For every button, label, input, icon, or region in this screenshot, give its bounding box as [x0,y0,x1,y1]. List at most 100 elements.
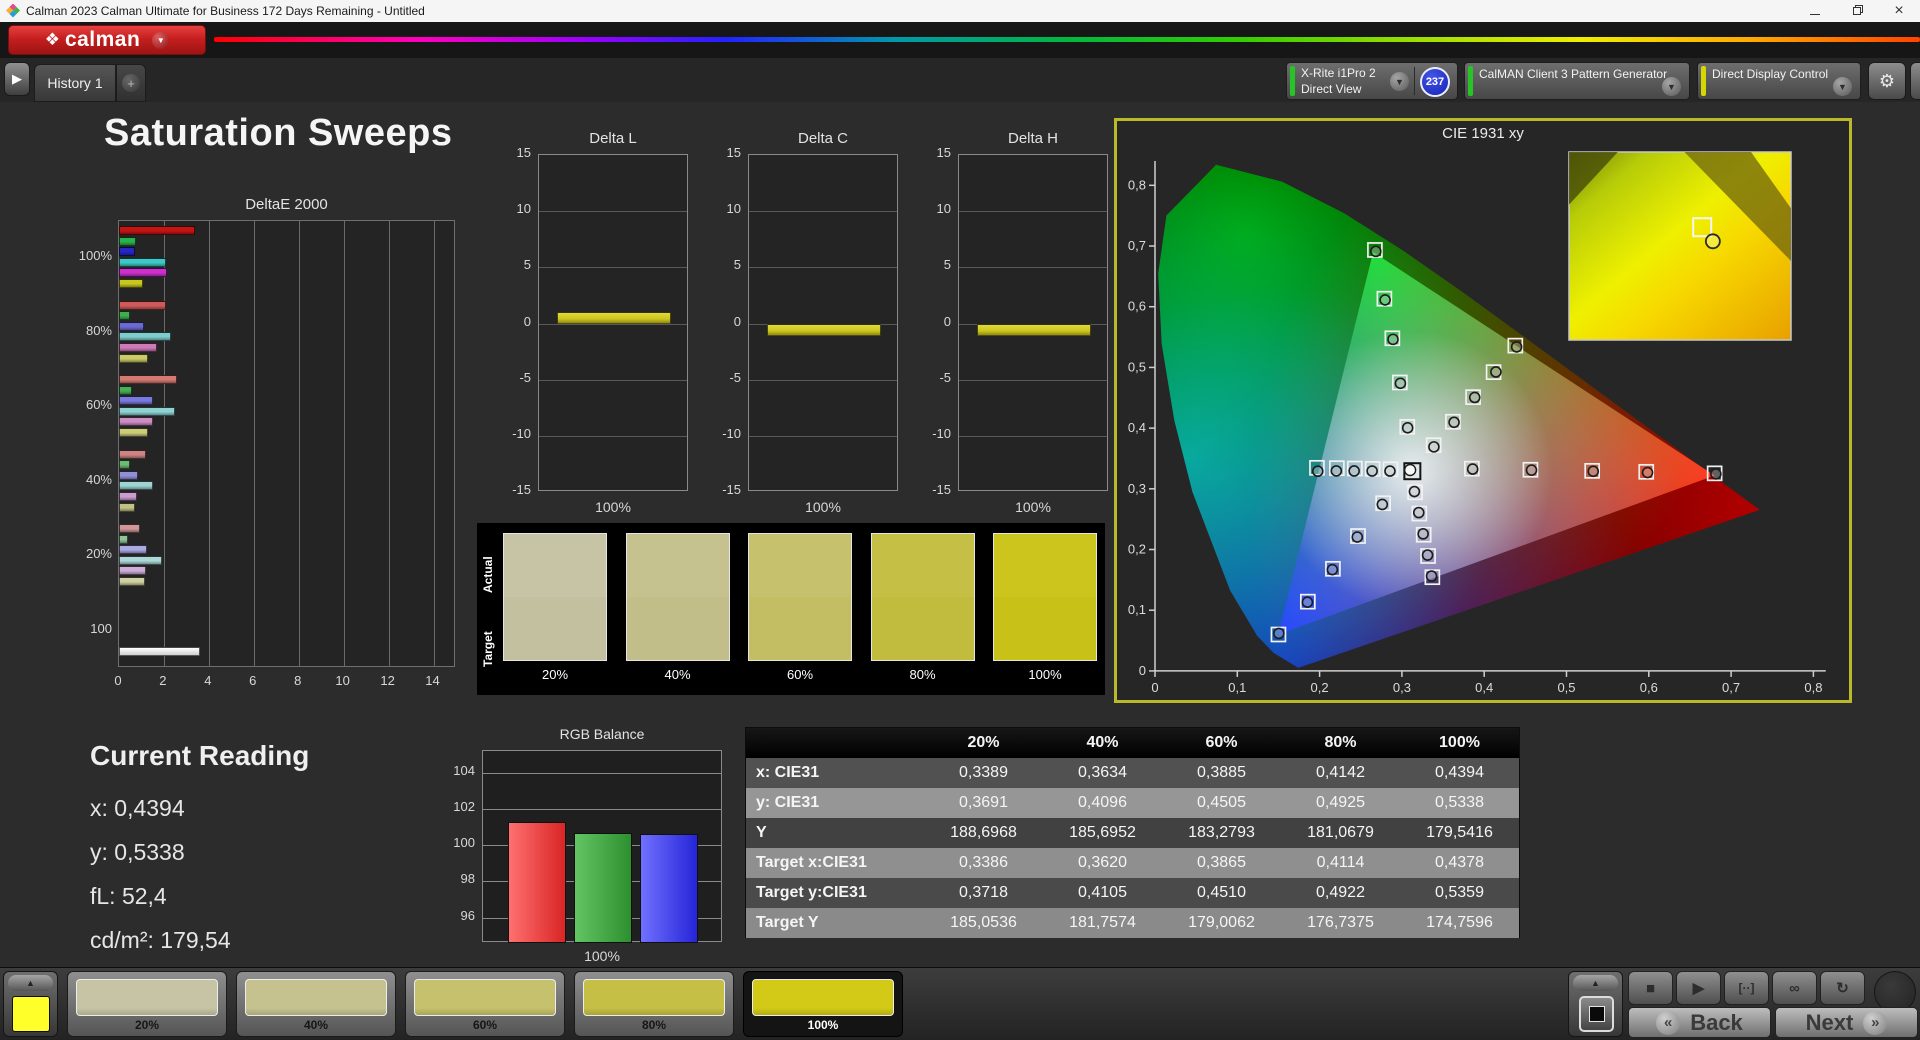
bar-green [119,386,132,395]
pattern-label: 80% [575,1018,733,1032]
logo-row: ❖ calman ▼ [0,22,1920,58]
y-tick-label: 20% [70,546,112,561]
column-header: 80% [1281,728,1400,758]
sidebar-toggle-button[interactable]: ▶ [4,62,30,96]
play-button[interactable]: ▶ [1676,971,1721,1005]
next-label: Next [1806,1010,1854,1036]
restore-button[interactable] [1836,0,1878,22]
pattern-button-40%[interactable]: 40% [236,971,396,1037]
cell-value: 0,4922 [1281,878,1400,908]
gridline [539,436,687,437]
measured-cyan [1367,466,1377,476]
current-pattern-swatch [12,996,50,1032]
measured-yellow [1470,392,1480,402]
calman-menu-button[interactable]: ❖ calman ▼ [8,25,206,55]
measured-yellow [1512,342,1522,352]
stop-button[interactable]: ■ [1628,971,1673,1005]
display-status-bar [1701,66,1706,96]
pattern-button-80%[interactable]: 80% [574,971,734,1037]
measured-green [1395,378,1405,388]
x-category-label: 100% [748,499,898,515]
chevron-down-icon: ▼ [152,32,169,49]
cell-value: 0,4096 [1043,788,1162,818]
meter-reading-badge[interactable]: 237 [1420,67,1450,97]
cell-value: 174,7596 [1400,908,1519,938]
pattern-button-100%[interactable]: 100% [743,971,903,1037]
y-tick-label: 100 [440,835,475,850]
pattern-chip [583,979,725,1016]
app-icon [6,4,20,18]
cell-value: 185,6952 [1043,818,1162,848]
pattern-button-60%[interactable]: 60% [405,971,565,1037]
pattern-chip [752,979,894,1016]
svg-text:0,7: 0,7 [1128,238,1146,253]
y-tick-label: 5 [918,257,951,272]
display-control-box[interactable]: Direct Display Control ▼ [1697,62,1861,100]
measured-cyan [1331,466,1341,476]
measured-green [1388,334,1398,344]
measured-magenta [1414,508,1424,518]
pattern-window-panel: ▲ [1568,971,1623,1037]
bar-yellow [119,354,148,363]
settings-button[interactable]: ⚙ [1868,62,1906,100]
cell-value: 0,4510 [1162,878,1281,908]
row-label: y: CIE31 [746,788,924,818]
bar-yellow [119,577,145,586]
bar-cyan [119,258,166,267]
current-reading-x: x: 0,4394 [90,795,185,822]
bar-red [119,450,146,459]
table-row: Target x:CIE310,33860,36200,38650,41140,… [746,848,1519,878]
chart-title: Delta L [538,130,688,147]
actual-target-swatch-panel: Actual Target 20%40%60%80%100% [477,523,1105,695]
chevrons-right-icon: » [1863,1011,1887,1035]
loop-button[interactable]: ∞ [1772,971,1817,1005]
table-row: Y188,6968185,6952183,2793181,0679179,541… [746,818,1519,848]
cell-value: 0,3634 [1043,758,1162,788]
swatch-60% [748,533,852,661]
gridline [299,221,300,666]
back-button[interactable]: « Back [1628,1007,1771,1038]
refresh-button[interactable]: ↻ [1820,971,1865,1005]
y-tick-label: 60% [70,397,112,412]
meter-name: X-Rite i1Pro 2 [1301,66,1376,80]
plot-area [748,154,898,491]
gridline [959,436,1107,437]
target-row-label: Target [481,611,497,687]
gridline [389,221,390,666]
pattern-button-20%[interactable]: 20% [67,971,227,1037]
bar-magenta [119,492,137,501]
collapse-panel-button[interactable]: ◀ [1910,62,1920,100]
pattern-window-button[interactable] [1579,996,1614,1032]
tab-history-1[interactable]: History 1 [34,64,116,102]
bar-yellow [119,503,135,512]
bar-magenta [119,343,157,352]
window-icon [1589,1006,1605,1022]
x-tick-label: 8 [286,673,310,688]
measured-red [1711,469,1721,479]
y-tick-label: 10 [498,201,531,216]
meter-device-box[interactable]: X-Rite i1Pro 2 Direct View ▼ 237 [1286,62,1458,100]
pattern-generator-box[interactable]: CalMAN Client 3 Pattern Generator ▼ [1464,62,1690,100]
expand-pattern-panel-button[interactable]: ▲ [8,975,53,991]
x-tick-label: 14 [421,673,445,688]
svg-text:0,3: 0,3 [1128,481,1146,496]
current-reading-y: y: 0,5338 [90,839,185,866]
cell-value: 0,4114 [1281,848,1400,878]
plot-area [958,154,1108,491]
close-button[interactable]: × [1878,0,1920,22]
svg-text:0,2: 0,2 [1311,680,1329,695]
row-label: Target y:CIE31 [746,878,924,908]
add-tab-button[interactable]: + [116,64,146,102]
measured-blue [1377,499,1387,509]
next-button[interactable]: Next » [1775,1007,1918,1038]
cell-value: 0,4925 [1281,788,1400,818]
gridline [483,773,721,774]
expand-transport-panel-button[interactable]: ▲ [1573,975,1618,991]
up-arrow-icon: ▲ [1591,978,1600,988]
minimize-button[interactable] [1794,0,1836,22]
cell-value: 0,3620 [1043,848,1162,878]
cell-value: 0,4394 [1400,758,1519,788]
measured-red [1588,466,1598,476]
step-button[interactable]: [··] [1724,971,1769,1005]
cell-value: 181,0679 [1281,818,1400,848]
